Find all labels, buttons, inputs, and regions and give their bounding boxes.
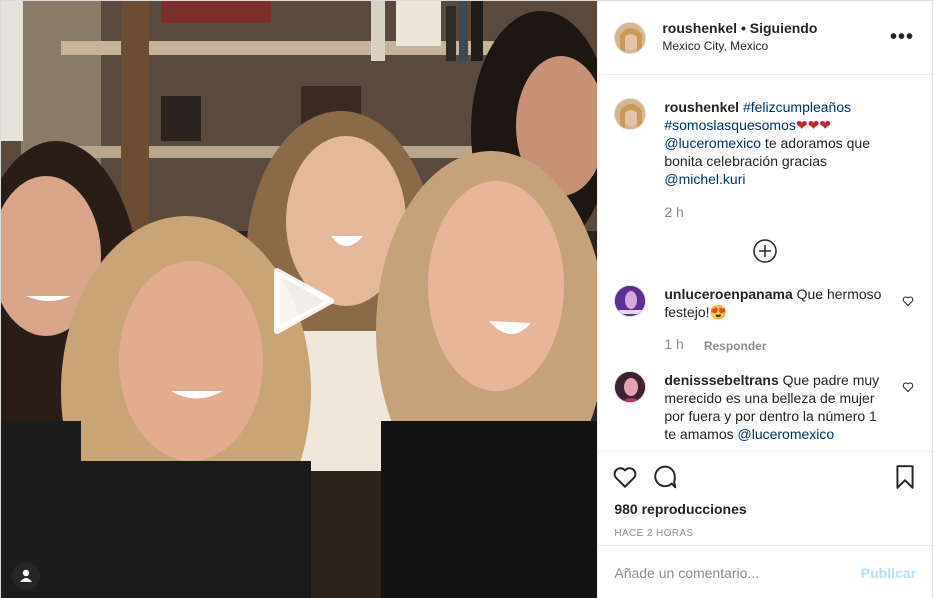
mention-link[interactable]: @michel.kuri [664,171,745,187]
play-button[interactable] [269,267,337,335]
commenter-username[interactable]: denisssebeltrans [664,372,778,388]
hashtag-link[interactable]: #felizcumpleaños [743,99,851,115]
author-username[interactable]: roushenkel [662,20,737,36]
hearts-emoji: ❤❤❤ [795,117,832,133]
view-count[interactable]: 980 reproducciones [598,501,932,517]
post-header: roushenkel • Siguiendo Mexico City, Mexi… [598,1,932,75]
commenter-avatar[interactable] [614,371,647,403]
hashtag-link[interactable]: #somoslasquesomos [664,117,796,133]
author-avatar[interactable] [614,21,647,54]
comment-body: denisssebeltrans Que padre muy merecido … [664,371,882,443]
play-icon [274,268,334,334]
mention-link[interactable]: @luceromexico [738,426,835,442]
header-text: roushenkel • Siguiendo Mexico City, Mexi… [662,20,817,55]
emoji: 😍 [709,304,727,320]
commenter-username[interactable]: unluceroenpanama [664,286,792,302]
comment-item: unluceroenpanama Que hermoso festejo!😍 1… [614,285,916,355]
bookmark-icon[interactable] [892,464,918,490]
comment-input[interactable] [614,564,861,581]
user-tags-button[interactable] [12,562,40,590]
more-options-button[interactable]: ••• [890,27,914,47]
avatar-image [615,372,646,402]
load-more-comments[interactable] [614,239,916,263]
publish-button[interactable]: Publicar [861,565,916,581]
commenter-avatar[interactable] [614,285,647,317]
caption-meta: 2 h [664,203,882,221]
comment-meta: 1 h Responder [664,335,882,355]
post-sidebar: roushenkel • Siguiendo Mexico City, Mexi… [597,1,932,598]
heart-icon[interactable] [612,464,638,490]
comment-bubble-icon[interactable] [652,464,678,490]
caption: roushenkel #felizcumpleaños #somoslasque… [614,98,916,221]
reply-button[interactable]: Responder [704,335,767,355]
avatar-image [615,286,646,316]
caption-time[interactable]: 2 h [664,203,683,221]
action-bar [598,451,932,501]
comment-item: denisssebeltrans Que padre muy merecido … [614,371,916,443]
caption-avatar[interactable] [614,98,647,130]
avatar-image [615,22,646,53]
plus-circle-icon [753,239,777,263]
posted-time[interactable]: HACE 2 HORAS [598,528,932,539]
header-title-line: roushenkel • Siguiendo [662,20,817,37]
caption-body: roushenkel #felizcumpleaños #somoslasque… [664,98,882,221]
location-link[interactable]: Mexico City, Mexico [662,38,817,55]
comment-form: Publicar [598,545,932,598]
avatar-image [615,99,646,129]
like-comment-heart-icon[interactable] [902,381,914,393]
comments-list[interactable]: roushenkel #felizcumpleaños #somoslasque… [598,75,932,451]
follow-status[interactable]: • Siguiendo [741,20,817,36]
caption-username[interactable]: roushenkel [664,99,739,115]
post-dialog: roushenkel • Siguiendo Mexico City, Mexi… [0,0,933,598]
comment-time[interactable]: 1 h [664,335,683,355]
like-comment-heart-icon[interactable] [902,295,914,307]
comment-body: unluceroenpanama Que hermoso festejo!😍 1… [664,285,882,355]
mention-link[interactable]: @luceromexico [664,135,761,151]
user-icon [20,569,32,582]
video-player[interactable] [1,1,598,598]
